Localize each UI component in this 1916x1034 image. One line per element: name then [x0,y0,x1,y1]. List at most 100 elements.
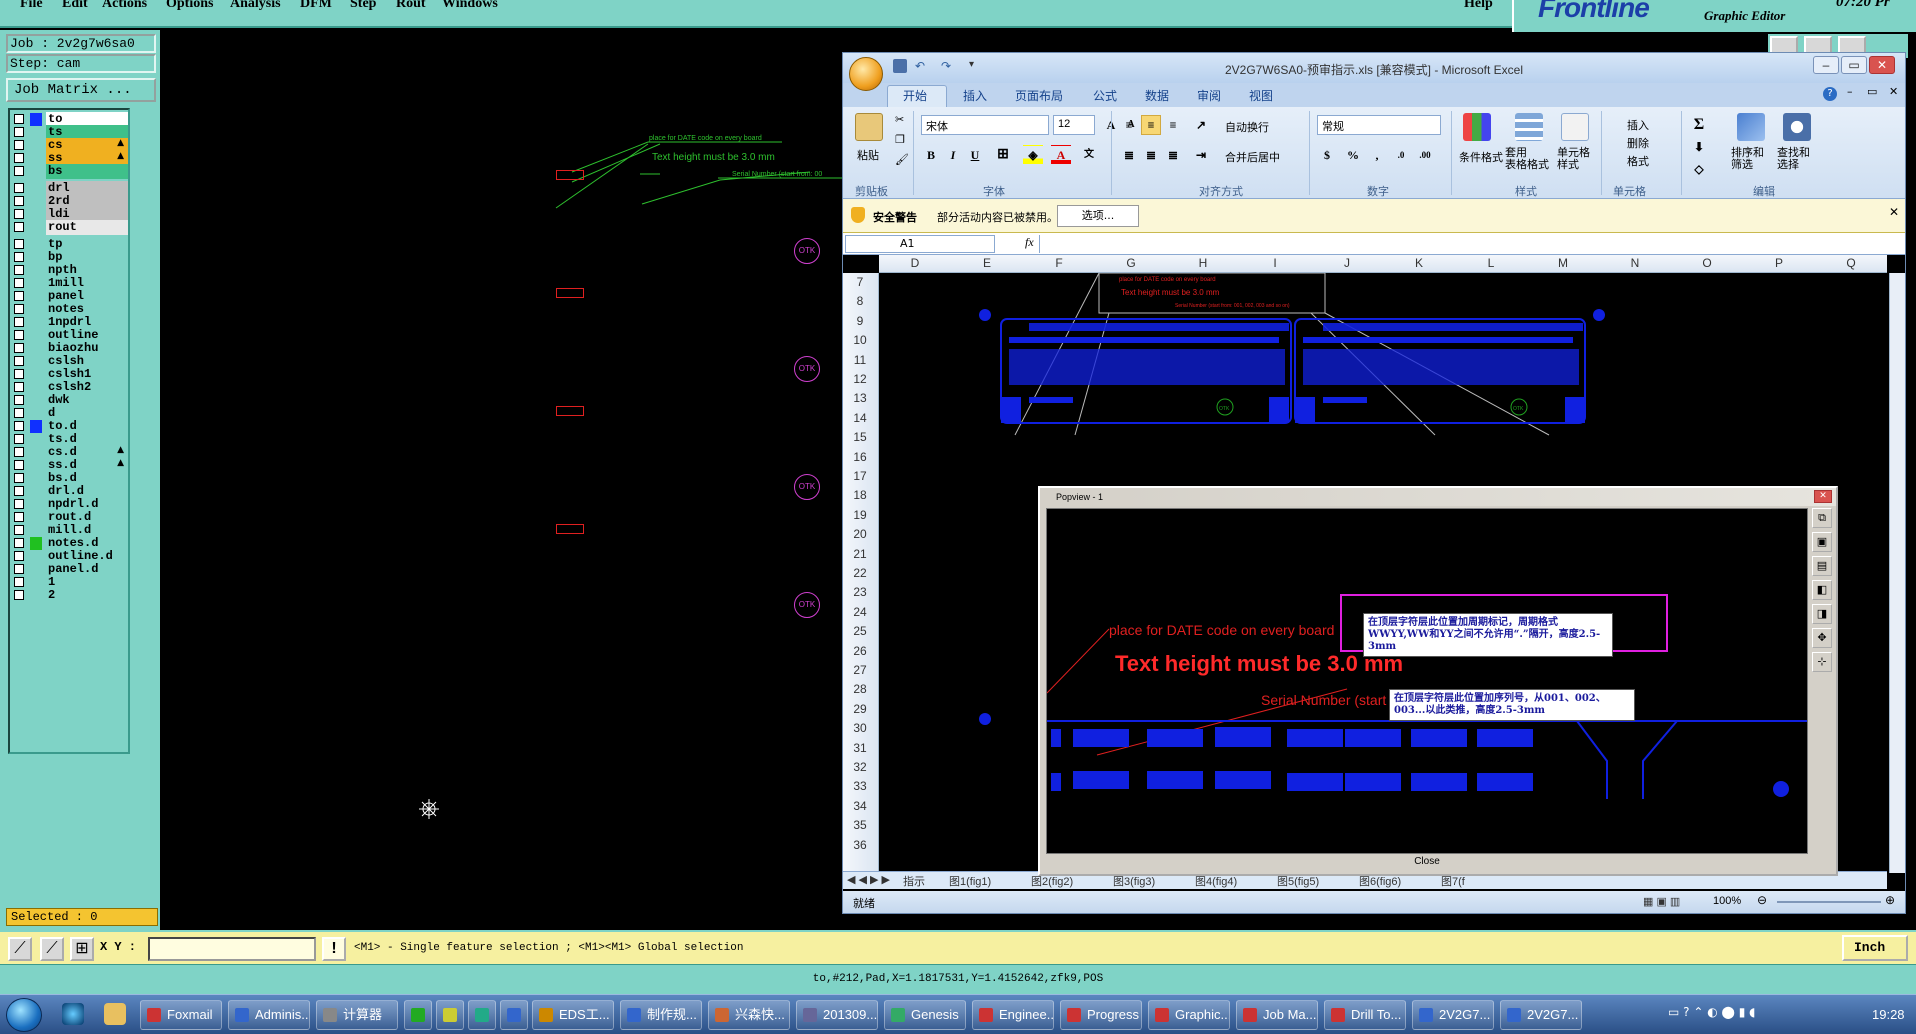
taskbar-button[interactable]: Graphic... [1148,1000,1230,1030]
layer-checkbox[interactable] [14,369,24,379]
vertical-scrollbar[interactable] [1889,273,1905,873]
layer-checkbox[interactable] [14,330,24,340]
bold-button[interactable]: B [921,145,941,165]
layer-checkbox[interactable] [14,590,24,600]
pad-rect[interactable] [556,524,584,534]
layer-checkbox[interactable] [14,434,24,444]
column-header[interactable]: L [1455,256,1527,270]
popview-close-button[interactable]: Close [1046,856,1808,872]
start-button[interactable] [6,998,42,1032]
row-header[interactable]: 34 [843,797,877,816]
close-warning-icon[interactable]: ✕ [1889,205,1899,219]
row-header[interactable]: 28 [843,680,877,699]
column-header[interactable]: G [1095,256,1167,270]
layer-checkbox[interactable] [14,525,24,535]
tab-page-layout[interactable]: 页面布局 [1015,87,1063,104]
column-header[interactable]: N [1599,256,1671,270]
column-header[interactable]: I [1239,256,1311,270]
layer-checkbox[interactable] [14,421,24,431]
row-header[interactable]: 25 [843,622,877,641]
taskbar-button[interactable]: Job Ma... [1236,1000,1318,1030]
layer-checkbox[interactable] [14,222,24,232]
taskbar-button[interactable]: 兴森快... [708,1000,790,1030]
layer-checkbox[interactable] [14,343,24,353]
layer-row-2[interactable]: 2 [10,588,128,603]
layer-checkbox[interactable] [14,538,24,548]
row-header[interactable]: 23 [843,583,877,602]
menu-edit[interactable]: Edit [62,0,88,12]
explorer-icon[interactable] [104,1003,126,1025]
pad-rect[interactable] [556,170,584,180]
grid-icon[interactable]: ⊞ [70,937,94,961]
delete-cells-button[interactable]: 删除 [1627,135,1649,151]
close-button[interactable]: ✕ [1869,56,1895,74]
menu-actions[interactable]: Actions [102,0,147,12]
row-header[interactable]: 17 [843,467,877,486]
align-middle-icon[interactable]: ≡ [1141,115,1161,135]
customize-qat-icon[interactable]: ▾ [969,59,974,70]
otk-mark[interactable]: OTK [794,238,820,264]
align-left-icon[interactable]: ≣ [1119,145,1139,165]
layer-checkbox[interactable] [14,395,24,405]
undo-icon[interactable]: ↶ [915,59,925,73]
pad-rect[interactable] [556,288,584,298]
otk-mark[interactable]: OTK [794,592,820,618]
phonetic-icon[interactable]: 文 [1079,145,1099,165]
paste-icon[interactable] [855,113,883,141]
measure-icon[interactable]: ⟋ [40,937,64,961]
menu-analysis[interactable]: Analysis [230,0,281,12]
row-header[interactable]: 13 [843,389,877,408]
column-header[interactable]: J [1311,256,1383,270]
row-header[interactable]: 14 [843,409,877,428]
save-icon[interactable] [893,59,907,73]
row-header[interactable]: 22 [843,564,877,583]
layer-checkbox[interactable] [14,564,24,574]
column-header[interactable]: D [879,256,951,270]
format-table-label[interactable]: 套用 表格格式 [1505,147,1549,171]
xy-input[interactable] [148,937,316,961]
row-header[interactable]: 36 [843,836,877,855]
alert-icon[interactable]: ! [322,937,346,961]
clear-icon[interactable]: ◇ [1689,159,1709,179]
pop-tool-icon[interactable]: ◨ [1812,604,1832,624]
tab-review[interactable]: 审阅 [1197,87,1221,104]
layer-checkbox[interactable] [14,209,24,219]
sort-filter-icon[interactable] [1737,113,1765,141]
row-header[interactable]: 21 [843,545,877,564]
snap-icon[interactable]: ⟋ [8,937,32,961]
layer-checkbox[interactable] [14,460,24,470]
fill-color-icon[interactable]: ◈ [1023,145,1043,165]
view-buttons-icon[interactable]: ▦ ▣ ▥ [1643,895,1680,908]
autosum-icon[interactable]: Σ [1689,115,1709,135]
tab-data[interactable]: 数据 [1145,87,1169,104]
ribbon-minimize-icon[interactable]: – [1847,85,1853,98]
layer-name[interactable]: rout [46,220,128,235]
percent-icon[interactable]: % [1343,145,1363,165]
underline-button[interactable]: U [965,145,985,165]
ie-icon[interactable] [62,1003,84,1025]
fx-icon[interactable]: fx [1025,235,1034,250]
zoom-level[interactable]: 100% [1713,895,1741,907]
layer-checkbox[interactable] [14,447,24,457]
step-name-field[interactable]: Step: cam [6,54,156,73]
layer-row-rout[interactable]: rout [10,220,128,235]
taskbar-button[interactable]: 制作规... [620,1000,702,1030]
row-header[interactable]: 27 [843,661,877,680]
column-header[interactable]: H [1167,256,1239,270]
merge-center-button[interactable]: 合并后居中 [1225,149,1280,165]
row-header[interactable]: 7 [843,273,877,292]
ribbon-restore-icon[interactable]: ▭ [1867,85,1877,98]
italic-button[interactable]: I [943,145,963,165]
row-header[interactable]: 18 [843,486,877,505]
format-table-icon[interactable] [1515,113,1543,141]
job-name-field[interactable]: Job : 2v2g7w6sa0 [6,34,156,53]
graphic-canvas[interactable]: place for DATE code on every board Text … [160,32,844,928]
layer-name[interactable]: 2 [46,588,128,603]
taskbar-button[interactable]: 2V2G7... [1500,1000,1582,1030]
orientation-icon[interactable]: ↗ [1191,115,1211,135]
cell-styles-icon[interactable] [1561,113,1589,141]
zoom-out-icon[interactable]: ⊖ [1757,893,1767,907]
redo-icon[interactable]: ↷ [941,59,951,73]
taskbar-button[interactable]: Foxmail [140,1000,222,1030]
layer-checkbox[interactable] [14,408,24,418]
